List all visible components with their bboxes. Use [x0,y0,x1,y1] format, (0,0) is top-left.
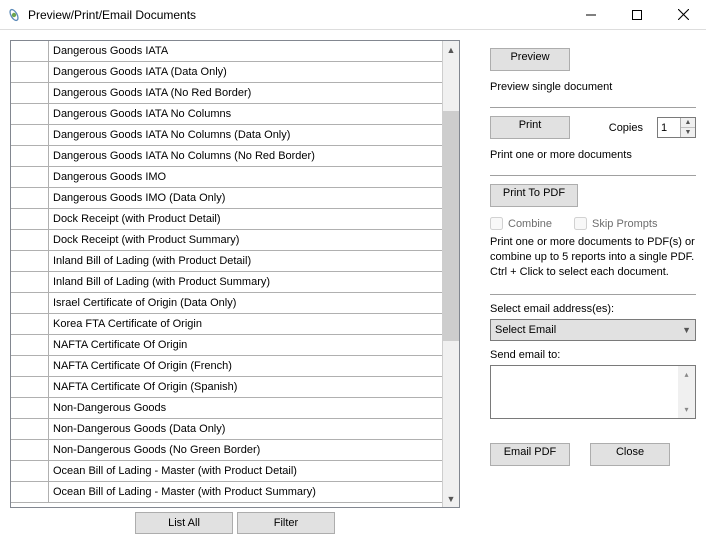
scroll-thumb[interactable] [443,111,459,341]
list-item[interactable]: Ocean Bill of Lading - Master (with Prod… [11,482,442,503]
list-item-label: Dangerous Goods IATA No Columns (Data On… [49,129,442,141]
textarea-scrollbar[interactable]: ▴ ▾ [678,366,695,418]
list-item[interactable]: Israel Certificate of Origin (Data Only) [11,293,442,314]
list-item-label: Dock Receipt (with Product Detail) [49,213,442,225]
list-item-label: Inland Bill of Lading (with Product Summ… [49,276,442,288]
send-email-label: Send email to: [490,349,696,361]
email-pdf-button[interactable]: Email PDF [490,443,570,466]
list-item[interactable]: NAFTA Certificate Of Origin (French) [11,356,442,377]
scroll-up-icon[interactable]: ▲ [443,41,459,58]
select-email-value: Select Email [495,324,556,336]
divider [490,107,696,108]
copies-input[interactable] [658,118,680,137]
list-item[interactable]: Non-Dangerous Goods [11,398,442,419]
select-email-label: Select email address(es): [490,303,696,315]
list-item[interactable]: Dangerous Goods IATA (Data Only) [11,62,442,83]
list-item[interactable]: Dangerous Goods IATA [11,41,442,62]
print-desc: Print one or more documents [490,149,696,161]
skip-prompts-checkbox[interactable]: Skip Prompts [574,217,657,230]
select-email-dropdown[interactable]: Select Email ▼ [490,319,696,341]
list-item-label: Dangerous Goods IATA (Data Only) [49,66,442,78]
combine-checkbox[interactable]: Combine [490,217,552,230]
list-item[interactable]: Korea FTA Certificate of Origin [11,314,442,335]
scroll-up-icon[interactable]: ▴ [678,366,695,383]
list-item[interactable]: NAFTA Certificate Of Origin (Spanish) [11,377,442,398]
list-item-label: Israel Certificate of Origin (Data Only) [49,297,442,309]
list-item-label: Inland Bill of Lading (with Product Deta… [49,255,442,267]
titlebar: Preview/Print/Email Documents [0,0,706,30]
list-item[interactable]: Dock Receipt (with Product Summary) [11,230,442,251]
list-item-label: Dangerous Goods IATA No Columns (No Red … [49,150,442,162]
copies-label: Copies [609,122,643,134]
list-scrollbar[interactable]: ▲ ▼ [442,41,459,507]
filter-button[interactable]: Filter [237,512,335,534]
list-item-label: Ocean Bill of Lading - Master (with Prod… [49,486,442,498]
chevron-down-icon: ▼ [682,325,691,335]
preview-button[interactable]: Preview [490,48,570,71]
list-item-label: Non-Dangerous Goods [49,402,442,414]
copies-down-icon[interactable]: ▼ [681,128,695,137]
list-item-label: Dangerous Goods IATA (No Red Border) [49,87,442,99]
list-item-label: Dangerous Goods IATA [49,45,442,57]
list-item-label: NAFTA Certificate Of Origin [49,339,442,351]
list-item-label: Ocean Bill of Lading - Master (with Prod… [49,465,442,477]
maximize-button[interactable] [614,0,660,30]
list-item-label: Dangerous Goods IATA No Columns [49,108,442,120]
list-item[interactable]: Ocean Bill of Lading - Master (with Prod… [11,461,442,482]
list-all-button[interactable]: List All [135,512,233,534]
list-item[interactable]: Dangerous Goods IATA No Columns (Data On… [11,125,442,146]
list-item[interactable]: Dock Receipt (with Product Detail) [11,209,442,230]
preview-desc: Preview single document [490,81,696,93]
list-item-label: Non-Dangerous Goods (No Green Border) [49,444,442,456]
list-item[interactable]: Non-Dangerous Goods (Data Only) [11,419,442,440]
window-title: Preview/Print/Email Documents [28,8,196,22]
list-item[interactable]: Dangerous Goods IATA (No Red Border) [11,83,442,104]
minimize-button[interactable] [568,0,614,30]
list-item[interactable]: Inland Bill of Lading (with Product Deta… [11,251,442,272]
list-item-label: Dangerous Goods IMO [49,171,442,183]
document-list[interactable]: Dangerous Goods IATA Dangerous Goods IATA… [10,40,460,508]
list-item[interactable]: Inland Bill of Lading (with Product Summ… [11,272,442,293]
send-email-textarea[interactable]: ▴ ▾ [490,365,696,419]
divider [490,294,696,295]
scroll-down-icon[interactable]: ▼ [443,490,459,507]
list-item-label: NAFTA Certificate Of Origin (Spanish) [49,381,442,393]
list-item-label: Korea FTA Certificate of Origin [49,318,442,330]
list-item-label: Non-Dangerous Goods (Data Only) [49,423,442,435]
list-item[interactable]: NAFTA Certificate Of Origin [11,335,442,356]
copies-stepper[interactable]: ▲ ▼ [657,117,696,138]
pdf-help-text: Print one or more documents to PDF(s) or… [490,235,696,280]
scroll-down-icon[interactable]: ▾ [678,401,695,418]
list-item[interactable]: Dangerous Goods IMO (Data Only) [11,188,442,209]
close-button[interactable] [660,0,706,30]
divider [490,175,696,176]
print-to-pdf-button[interactable]: Print To PDF [490,184,578,207]
close-dialog-button[interactable]: Close [590,443,670,466]
list-item-label: Dock Receipt (with Product Summary) [49,234,442,246]
list-item[interactable]: Dangerous Goods IATA No Columns [11,104,442,125]
copies-up-icon[interactable]: ▲ [681,118,695,128]
app-icon [6,7,22,23]
list-item[interactable]: Non-Dangerous Goods (No Green Border) [11,440,442,461]
list-item[interactable]: Dangerous Goods IMO [11,167,442,188]
list-item[interactable]: Dangerous Goods IATA No Columns (No Red … [11,146,442,167]
list-item-label: Dangerous Goods IMO (Data Only) [49,192,442,204]
list-item-label: NAFTA Certificate Of Origin (French) [49,360,442,372]
print-button[interactable]: Print [490,116,570,139]
